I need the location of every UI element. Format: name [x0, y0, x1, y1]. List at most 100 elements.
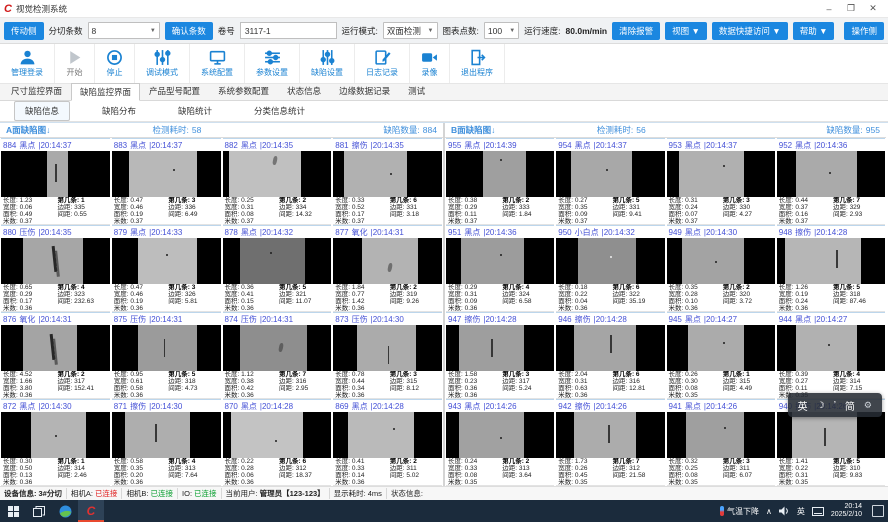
defect-image[interactable] — [1, 325, 110, 371]
defect-cell[interactable]: 950小白点|20:14:32 长度: 0.18 宽度: 0.22 面积: 0.… — [556, 225, 664, 312]
defect-image[interactable] — [112, 412, 221, 458]
defect-image[interactable] — [777, 151, 885, 197]
defect-image[interactable] — [1, 238, 110, 284]
defect-image[interactable] — [556, 325, 664, 371]
system-config-button[interactable]: 系统配置 — [190, 44, 245, 83]
defect-cell[interactable]: 946擦伤|20:14:28 长度: 2.04 宽度: 0.31 面积: 0.6… — [556, 312, 664, 399]
view-menu-button[interactable]: 视图 ▼ — [665, 22, 707, 40]
defect-cell[interactable]: 947擦伤|20:14:28 长度: 1.58 宽度: 0.23 面积: 0.3… — [446, 312, 554, 399]
defect-image[interactable] — [223, 412, 332, 458]
defect-cell[interactable]: 955黑点|20:14:39 长度: 0.38 宽度: 0.29 面积: 0.1… — [446, 138, 554, 225]
drive-side-button[interactable]: 传动侧 — [4, 22, 44, 40]
defect-cell[interactable]: 881擦伤|20:14:35 长度: 0.33 宽度: 0.52 面积: 0.1… — [333, 138, 442, 225]
defect-cell[interactable]: 942擦伤|20:14:26 长度: 1.73 宽度: 0.26 面积: 0.4… — [556, 399, 664, 486]
defect-cell[interactable]: 873压伤|20:14:30 长度: 0.78 宽度: 0.44 面积: 0.3… — [333, 312, 442, 399]
clear-alarm-button[interactable]: 清除报警 — [612, 22, 660, 40]
task-view-button[interactable] — [26, 500, 52, 522]
parameter-settings-button[interactable]: 参数设置 — [245, 44, 300, 83]
defect-cell[interactable]: 954黑点|20:14:37 长度: 0.27 宽度: 0.35 面积: 0.0… — [556, 138, 664, 225]
action-center-button[interactable] — [872, 505, 884, 517]
exit-program-button[interactable]: 退出程序 — [450, 44, 505, 83]
tab-test[interactable]: 测试 — [399, 82, 434, 100]
defect-cell[interactable]: 953黑点|20:14:37 长度: 0.31 宽度: 0.24 面积: 0.0… — [667, 138, 775, 225]
defect-image[interactable] — [333, 151, 442, 197]
subtab-defect-distribution[interactable]: 缺陷分布 — [92, 102, 146, 120]
defect-cell[interactable]: 879黑点|20:14:33 长度: 0.47 宽度: 0.46 面积: 0.1… — [112, 225, 221, 312]
ime-indicator[interactable]: 英 — [797, 506, 805, 517]
defect-image[interactable] — [333, 412, 442, 458]
log-record-button[interactable]: 日志记录 — [355, 44, 410, 83]
defect-cell[interactable]: 948擦伤|20:14:28 长度: 1.26 宽度: 0.19 面积: 0.2… — [777, 225, 885, 312]
defect-cell[interactable]: 876氧化|20:14:31 长度: 4.52 宽度: 1.66 面积: 3.8… — [1, 312, 110, 399]
defect-image[interactable] — [1, 151, 110, 197]
defect-cell[interactable]: 945黑点|20:14:27 长度: 0.26 宽度: 0.30 面积: 0.0… — [667, 312, 775, 399]
close-button[interactable]: ✕ — [862, 3, 884, 14]
defect-cell[interactable]: 952黑点|20:14:36 长度: 0.44 宽度: 0.37 面积: 0.1… — [777, 138, 885, 225]
defect-image[interactable] — [223, 325, 332, 371]
defect-image[interactable] — [446, 412, 554, 458]
confirm-count-button[interactable]: 确认条数 — [165, 22, 213, 40]
defect-cell[interactable]: 880压伤|20:14:35 长度: 0.65 宽度: 0.29 面积: 0.1… — [1, 225, 110, 312]
ime-english-toggle[interactable]: 英 — [798, 398, 808, 413]
maximize-button[interactable]: ❐ — [840, 3, 862, 14]
admin-login-button[interactable]: 管理登录 — [0, 44, 55, 83]
defect-image[interactable] — [556, 238, 664, 284]
defect-cell[interactable]: 884黑点|20:14:37 长度: 1.23 宽度: 0.06 面积: 0.4… — [1, 138, 110, 225]
stop-button[interactable]: 停止 — [95, 44, 135, 83]
subtab-class-statistics[interactable]: 分类信息统计 — [244, 102, 315, 120]
defect-image[interactable] — [223, 151, 332, 197]
defect-cell[interactable]: 882黑点|20:14:35 长度: 0.25 宽度: 0.31 面积: 0.0… — [223, 138, 332, 225]
tab-edge-data-record[interactable]: 边缘数据记录 — [330, 82, 399, 100]
defect-image[interactable] — [333, 238, 442, 284]
gear-icon[interactable]: ⚙ — [864, 400, 872, 411]
defect-image[interactable] — [777, 325, 885, 371]
detect-app-taskbar-icon[interactable]: C — [78, 500, 104, 522]
defect-cell[interactable]: 944黑点|20:14:27 长度: 0.39 宽度: 0.27 面积: 0.1… — [777, 312, 885, 399]
defect-cell[interactable]: 951黑点|20:14:36 长度: 0.29 宽度: 0.31 面积: 0.0… — [446, 225, 554, 312]
defect-image[interactable] — [1, 412, 110, 458]
defect-cell[interactable]: 869黑点|20:14:28 长度: 0.41 宽度: 0.33 面积: 0.1… — [333, 399, 442, 486]
defect-cell[interactable]: 870黑点|20:14:28 长度: 0.22 宽度: 0.28 面积: 0.0… — [223, 399, 332, 486]
defect-cell[interactable]: 883黑点|20:14:37 长度: 0.47 宽度: 0.46 面积: 0.1… — [112, 138, 221, 225]
tab-system-param-config[interactable]: 系统参数配置 — [209, 82, 278, 100]
defect-image[interactable] — [556, 151, 664, 197]
help-menu-button[interactable]: 帮助 ▼ — [793, 22, 835, 40]
apostrophe-key[interactable]: ’ — [834, 400, 836, 411]
subtab-defect-info[interactable]: 缺陷信息 — [14, 101, 70, 121]
data-quick-access-button[interactable]: 数据快捷访问 ▼ — [712, 22, 788, 40]
defect-image[interactable] — [667, 151, 775, 197]
defect-image[interactable] — [446, 238, 554, 284]
defect-image[interactable] — [112, 325, 221, 371]
defect-image[interactable] — [112, 151, 221, 197]
moon-icon[interactable]: ☽ — [817, 400, 825, 411]
defect-cell[interactable]: 943黑点|20:14:26 长度: 0.24 宽度: 0.33 面积: 0.0… — [446, 399, 554, 486]
tray-expand-chevron[interactable]: ∧ — [766, 507, 772, 516]
defect-image[interactable] — [667, 238, 775, 284]
start-button[interactable]: 开始 — [55, 44, 95, 83]
defect-settings-button[interactable]: 缺陷设置 — [300, 44, 355, 83]
defect-cell[interactable]: 941黑点|20:14:26 长度: 0.32 宽度: 0.25 面积: 0.0… — [667, 399, 775, 486]
defect-image[interactable] — [112, 238, 221, 284]
defect-image[interactable] — [667, 325, 775, 371]
defect-image[interactable] — [667, 412, 775, 458]
defect-cell[interactable]: 872黑点|20:14:30 长度: 0.30 宽度: 0.50 面积: 0.1… — [1, 399, 110, 486]
ime-simplified-toggle[interactable]: 简 — [845, 398, 855, 413]
tab-product-model-config[interactable]: 产品型号配置 — [140, 82, 209, 100]
chart-points-select[interactable]: 100▼ — [484, 22, 519, 39]
defect-cell[interactable]: 949黑点|20:14:30 长度: 0.35 宽度: 0.28 面积: 0.1… — [667, 225, 775, 312]
defect-cell[interactable]: 878黑点|20:14:32 长度: 0.36 宽度: 0.41 面积: 0.1… — [223, 225, 332, 312]
defect-cell[interactable]: 871擦伤|20:14:30 长度: 0.58 宽度: 0.35 面积: 0.2… — [112, 399, 221, 486]
tab-status-info[interactable]: 状态信息 — [278, 82, 330, 100]
run-mode-select[interactable]: 双面检测▼ — [383, 22, 438, 39]
debug-mode-button[interactable]: 调试模式 — [135, 44, 190, 83]
start-menu-button[interactable] — [0, 500, 26, 522]
defect-cell[interactable]: 874压伤|20:14:31 长度: 1.12 宽度: 0.38 面积: 0.4… — [223, 312, 332, 399]
defect-image[interactable] — [446, 151, 554, 197]
defect-image[interactable] — [777, 238, 885, 284]
defect-image[interactable] — [556, 412, 664, 458]
record-video-button[interactable]: 录像 — [410, 44, 450, 83]
defect-image[interactable] — [333, 325, 442, 371]
weather-widget[interactable]: 气温下降 — [720, 506, 759, 517]
tab-defect-monitor[interactable]: 缺陷监控界面 — [71, 83, 140, 101]
tab-size-monitor[interactable]: 尺寸监控界面 — [2, 82, 71, 100]
